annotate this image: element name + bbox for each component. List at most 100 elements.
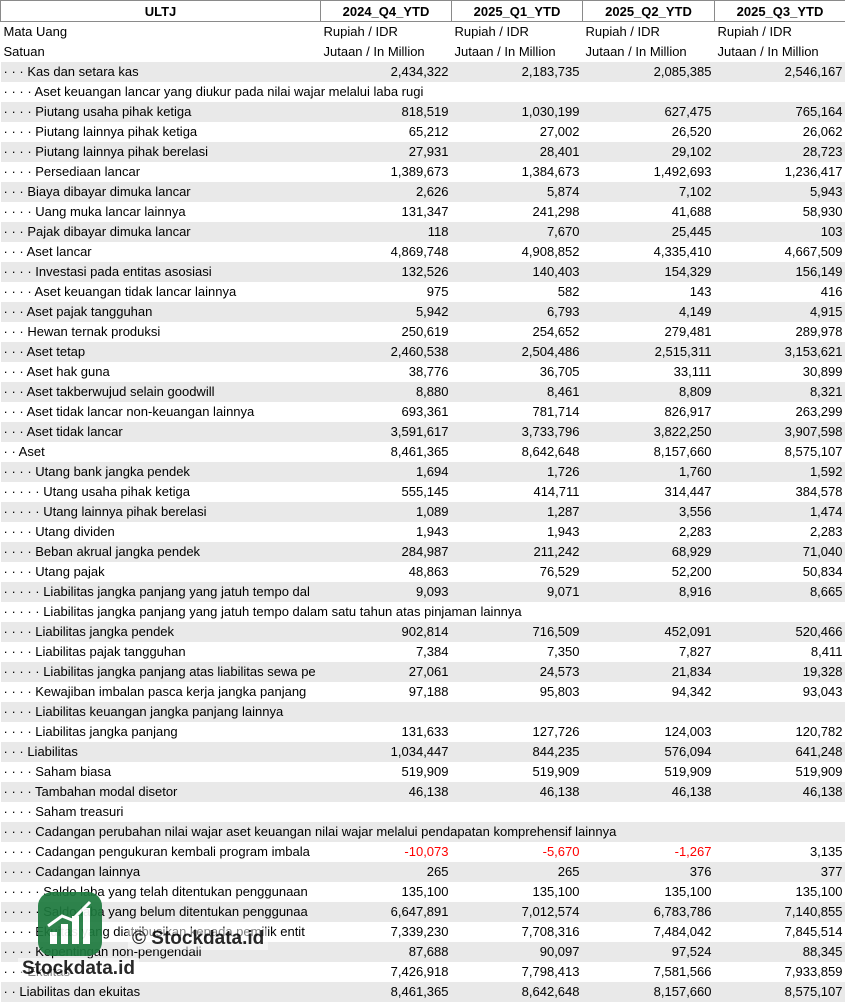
table-row: · · Liabilitas dan ekuitas8,461,3658,642…	[1, 982, 845, 1002]
row-value: 2,504,486	[452, 342, 583, 362]
table-row: · · · · Piutang usaha pihak ketiga818,51…	[1, 102, 845, 122]
table-row: · · Aset8,461,3658,642,6488,157,6608,575…	[1, 442, 845, 462]
row-value: 1,287	[452, 502, 583, 522]
row-value: 135,100	[321, 882, 452, 902]
row-value: 97,524	[583, 942, 715, 962]
row-value: -5,670	[452, 842, 583, 862]
row-value: 4,667,509	[715, 242, 845, 262]
row-label: · · · · Saham treasuri	[1, 802, 321, 822]
row-value: 7,845,514	[715, 922, 845, 942]
row-value: 1,030,199	[452, 102, 583, 122]
row-value: 781,714	[452, 402, 583, 422]
row-value: 5,942	[321, 302, 452, 322]
row-label: · · · Aset tetap	[1, 342, 321, 362]
row-value: 27,002	[452, 122, 583, 142]
row-value	[715, 82, 845, 102]
row-value: 211,242	[452, 542, 583, 562]
row-label: · · Liabilitas dan ekuitas	[1, 982, 321, 1002]
row-value: 7,426,918	[321, 962, 452, 982]
row-value	[583, 802, 715, 822]
row-value: 8,916	[583, 582, 715, 602]
row-value: 118	[321, 222, 452, 242]
row-label: · · · · Beban akrual jangka pendek	[1, 542, 321, 562]
row-value: 7,670	[452, 222, 583, 242]
row-label: · · · · Kewajiban imbalan pasca kerja ja…	[1, 682, 321, 702]
ticker-header: ULTJ	[1, 1, 321, 22]
row-value: 7,581,566	[583, 962, 715, 982]
row-label: · · · Kas dan setara kas	[1, 62, 321, 82]
row-value: 8,575,107	[715, 442, 845, 462]
row-value: 7,140,855	[715, 902, 845, 922]
row-value: 9,071	[452, 582, 583, 602]
row-value: 2,085,385	[583, 62, 715, 82]
row-value: 377	[715, 862, 845, 882]
row-value: 520,466	[715, 622, 845, 642]
row-value: 452,091	[583, 622, 715, 642]
table-row: · · · · · Saldo laba yang belum ditentuk…	[1, 902, 845, 922]
table-row: · · · · Ekuitas yang diatribusikan kepad…	[1, 922, 845, 942]
row-value: 8,461,365	[321, 982, 452, 1002]
row-value: 818,519	[321, 102, 452, 122]
row-label: · · · · Cadangan pengukuran kembali prog…	[1, 842, 321, 862]
row-value: 88,345	[715, 942, 845, 962]
row-value: 120,782	[715, 722, 845, 742]
row-value: 279,481	[583, 322, 715, 342]
row-value: 8,642,648	[452, 442, 583, 462]
table-row: · · · Aset tidak lancar3,591,6173,733,79…	[1, 422, 845, 442]
table-row: · · · · Utang dividen1,9431,9432,2832,28…	[1, 522, 845, 542]
row-label: · · · Biaya dibayar dimuka lancar	[1, 182, 321, 202]
row-value: 555,145	[321, 482, 452, 502]
table-row: · · · · Liabilitas keuangan jangka panja…	[1, 702, 845, 722]
table-body: Mata UangRupiah / IDRRupiah / IDRRupiah …	[1, 22, 845, 1002]
row-value: 21,834	[583, 662, 715, 682]
row-value: 1,943	[321, 522, 452, 542]
table-row: · · · · Utang bank jangka pendek1,6941,7…	[1, 462, 845, 482]
row-value: 103	[715, 222, 845, 242]
row-value: 7,827	[583, 642, 715, 662]
table-row: · · · · Liabilitas jangka panjang131,633…	[1, 722, 845, 742]
row-value: 1,384,673	[452, 162, 583, 182]
row-value: 1,236,417	[715, 162, 845, 182]
row-label: · · · · Aset keuangan lancar yang diukur…	[1, 82, 321, 102]
table-row: · · · Aset takberwujud selain goodwill8,…	[1, 382, 845, 402]
row-value: 826,917	[583, 402, 715, 422]
row-value: 28,723	[715, 142, 845, 162]
row-label: · · · · Investasi pada entitas asosiasi	[1, 262, 321, 282]
table-row: · · · Aset hak guna38,77636,70533,11130,…	[1, 362, 845, 382]
row-value: 7,384	[321, 642, 452, 662]
row-value: 241,298	[452, 202, 583, 222]
row-value	[452, 702, 583, 722]
row-value: 2,434,322	[321, 62, 452, 82]
row-value: 627,475	[583, 102, 715, 122]
row-value: 3,733,796	[452, 422, 583, 442]
row-value: 93,043	[715, 682, 845, 702]
table-row: · · · · Liabilitas pajak tangguhan7,3847…	[1, 642, 845, 662]
row-value: Rupiah / IDR	[715, 22, 845, 43]
row-value: 1,592	[715, 462, 845, 482]
row-value: 765,164	[715, 102, 845, 122]
row-value: 7,933,859	[715, 962, 845, 982]
row-value: 95,803	[452, 682, 583, 702]
table-row: · · · · Cadangan pengukuran kembali prog…	[1, 842, 845, 862]
row-value: 26,520	[583, 122, 715, 142]
table-row: · · · Kas dan setara kas2,434,3222,183,7…	[1, 62, 845, 82]
table-row: · · · · Persediaan lancar1,389,6731,384,…	[1, 162, 845, 182]
row-value: 24,573	[452, 662, 583, 682]
row-value: 7,350	[452, 642, 583, 662]
row-value	[715, 822, 845, 842]
row-value: 3,591,617	[321, 422, 452, 442]
row-value: 8,575,107	[715, 982, 845, 1002]
row-label: · · · · Liabilitas jangka panjang	[1, 722, 321, 742]
row-value: 71,040	[715, 542, 845, 562]
row-label: · · · Liabilitas	[1, 742, 321, 762]
row-value: 38,776	[321, 362, 452, 382]
row-value: Rupiah / IDR	[452, 22, 583, 43]
row-label: · · · · Utang dividen	[1, 522, 321, 542]
row-value: 3,153,621	[715, 342, 845, 362]
row-label: · · · · · Utang usaha pihak ketiga	[1, 482, 321, 502]
row-label: · · · · · Liabilitas jangka panjang yang…	[1, 582, 321, 602]
row-value: 135,100	[583, 882, 715, 902]
row-value: 3,135	[715, 842, 845, 862]
table-row: · · · · Kewajiban imbalan pasca kerja ja…	[1, 682, 845, 702]
row-value: 2,283	[583, 522, 715, 542]
